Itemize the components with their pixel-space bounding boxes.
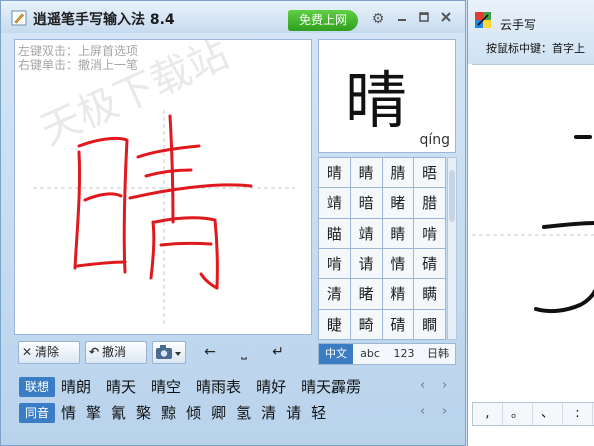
candidate-char[interactable]: 晴 xyxy=(319,158,350,188)
candidate-grid: 晴睛腈晤靖暗睹腊瞄靖睛啃啃请情碃清睹精瞒睫畸碃瞷 xyxy=(318,157,446,340)
candidate-char[interactable]: 睛 xyxy=(350,158,382,188)
next-page-icon[interactable]: › xyxy=(442,378,447,393)
clear-button[interactable]: ✕ 清除 xyxy=(18,341,80,364)
candidate-char[interactable]: 睹 xyxy=(382,188,414,218)
candidate-char[interactable]: 晤 xyxy=(414,158,445,188)
candidate-char[interactable]: 睫 xyxy=(319,309,350,339)
candidate-char[interactable]: 清 xyxy=(319,279,350,309)
homophone-label: 同音 xyxy=(19,403,55,423)
candidate-char[interactable]: 睛 xyxy=(382,218,414,248)
association-row: 联想 晴朗 晴天 晴空 晴雨表 晴好 晴天霹雳 ‹ › xyxy=(17,375,457,399)
candidate-char[interactable]: 碃 xyxy=(382,309,414,339)
prev-page-icon[interactable]: ‹ xyxy=(420,378,425,393)
space-icon[interactable]: ⎵ xyxy=(232,341,256,364)
association-item[interactable]: 晴空 xyxy=(151,376,181,397)
handwriting-pad[interactable]: 天极下载站 左键双击：上屏首选项 右键单击：撤消上一笔 xyxy=(14,39,312,335)
association-item[interactable]: 晴天霹雳 xyxy=(301,376,361,397)
pen-app-icon xyxy=(11,10,27,26)
camera-icon xyxy=(156,345,181,359)
free-online-button[interactable]: 免费上网 xyxy=(288,10,358,31)
clear-label: 清除 xyxy=(35,345,60,359)
tab-lang-0[interactable]: 中文 xyxy=(319,344,353,364)
punctuation-bar: ,。、: xyxy=(472,402,594,426)
cloud-handwriting-window: 云手写 按鼠标中键：首字上 ,。、: xyxy=(467,0,594,446)
candidate-char[interactable]: 靖 xyxy=(319,188,350,218)
homophone-items: 情擎氰檠黥倾卿氢清请轻 xyxy=(61,402,336,423)
candidate-char[interactable]: 情 xyxy=(382,249,414,279)
char-preview: 晴 qíng xyxy=(318,39,456,153)
association-label: 联想 xyxy=(19,377,55,397)
prev-page-icon[interactable]: ‹ xyxy=(420,404,425,419)
candidate-char[interactable]: 瞄 xyxy=(319,218,350,248)
candidate-char[interactable]: 瞷 xyxy=(414,309,445,339)
punct-key[interactable]: : xyxy=(563,403,593,425)
candidate-char[interactable]: 畸 xyxy=(350,309,382,339)
homophone-item[interactable]: 氰 xyxy=(111,402,126,423)
minimize-icon[interactable] xyxy=(394,11,410,27)
homophone-item[interactable]: 檠 xyxy=(136,402,151,423)
candidate-char[interactable]: 暗 xyxy=(350,188,382,218)
homophone-item[interactable]: 轻 xyxy=(311,402,326,423)
homophone-item[interactable]: 情 xyxy=(61,402,76,423)
cloud-title-bar: 云手写 按鼠标中键：首字上 xyxy=(468,0,594,64)
candidate-char[interactable]: 啃 xyxy=(414,218,445,248)
candidate-char[interactable]: 碃 xyxy=(414,249,445,279)
homophone-item[interactable]: 请 xyxy=(286,402,301,423)
candidate-char[interactable]: 精 xyxy=(382,279,414,309)
candidate-char[interactable]: 腈 xyxy=(382,158,414,188)
candidate-char[interactable]: 啃 xyxy=(319,249,350,279)
undo-icon: ↶ xyxy=(88,345,100,359)
x-icon: ✕ xyxy=(21,345,33,359)
ime-window: 逍遥笔手写输入法 8.4 免费上网 ⚙ 天极下载站 左键双击：上屏首选项 右键单… xyxy=(0,0,466,446)
homophone-row: 同音 情擎氰檠黥倾卿氢清请轻 ‹ › xyxy=(17,401,457,425)
preview-pinyin: qíng xyxy=(419,132,450,148)
cloud-window-title: 云手写 xyxy=(500,18,537,32)
tab-lang-3[interactable]: 日韩 xyxy=(421,344,455,364)
homophone-item[interactable]: 擎 xyxy=(86,402,101,423)
candidate-scrollbar[interactable] xyxy=(447,157,457,340)
cloud-handwriting-pad[interactable] xyxy=(472,64,594,400)
candidate-char[interactable]: 请 xyxy=(350,249,382,279)
window-title: 逍遥笔手写输入法 8.4 xyxy=(33,12,175,28)
cloud-handwriting-strokes xyxy=(472,135,594,314)
pad-toolbar: ✕ 清除 ↶ 撤消 ← ⎵ ↵ xyxy=(14,341,312,365)
association-item[interactable]: 晴雨表 xyxy=(196,376,241,397)
association-item[interactable]: 晴朗 xyxy=(61,376,91,397)
candidate-char[interactable]: 睹 xyxy=(350,279,382,309)
language-tabs: 中文 abc 123 日韩 xyxy=(318,343,456,365)
cloud-window-hint: 按鼠标中键：首字上 xyxy=(486,42,585,55)
candidate-char[interactable]: 腊 xyxy=(414,188,445,218)
tab-lang-2[interactable]: 123 xyxy=(387,344,421,364)
association-item[interactable]: 晴天 xyxy=(106,376,136,397)
tab-lang-1[interactable]: abc xyxy=(353,344,387,364)
punct-key[interactable]: 、 xyxy=(533,403,563,425)
homophone-item[interactable]: 清 xyxy=(261,402,276,423)
homophone-item[interactable]: 黥 xyxy=(161,402,176,423)
left-arrow-icon[interactable]: ← xyxy=(198,341,222,364)
candidate-panel: 晴 qíng 晴睛腈晤靖暗睹腊瞄靖睛啃啃请情碃清睹精瞒睫畸碃瞷 中文 abc 123… xyxy=(318,39,457,365)
cloud-app-icon xyxy=(475,12,491,28)
homophone-item[interactable]: 倾 xyxy=(186,402,201,423)
association-items: 晴朗 晴天 晴空 晴雨表 晴好 晴天霹雳 xyxy=(61,376,376,397)
gear-icon[interactable]: ⚙ xyxy=(370,11,386,27)
preview-char: 晴 xyxy=(345,64,408,137)
homophone-item[interactable]: 卿 xyxy=(211,402,226,423)
punct-key[interactable]: 。 xyxy=(503,403,533,425)
candidate-char[interactable]: 瞒 xyxy=(414,279,445,309)
punct-key[interactable]: , xyxy=(473,403,503,425)
title-bar: 逍遥笔手写输入法 8.4 免费上网 ⚙ xyxy=(1,1,465,33)
candidate-char[interactable]: 靖 xyxy=(350,218,382,248)
handwriting-strokes xyxy=(33,110,295,325)
close-icon[interactable] xyxy=(438,11,454,27)
homophone-item[interactable]: 氢 xyxy=(236,402,251,423)
camera-button[interactable] xyxy=(152,341,186,364)
enter-icon[interactable]: ↵ xyxy=(266,341,290,364)
undo-button[interactable]: ↶ 撤消 xyxy=(85,341,147,364)
undo-label: 撤消 xyxy=(102,345,127,359)
scroll-thumb[interactable] xyxy=(449,170,455,222)
next-page-icon[interactable]: › xyxy=(442,404,447,419)
association-item[interactable]: 晴好 xyxy=(256,376,286,397)
maximize-icon[interactable] xyxy=(416,11,432,27)
